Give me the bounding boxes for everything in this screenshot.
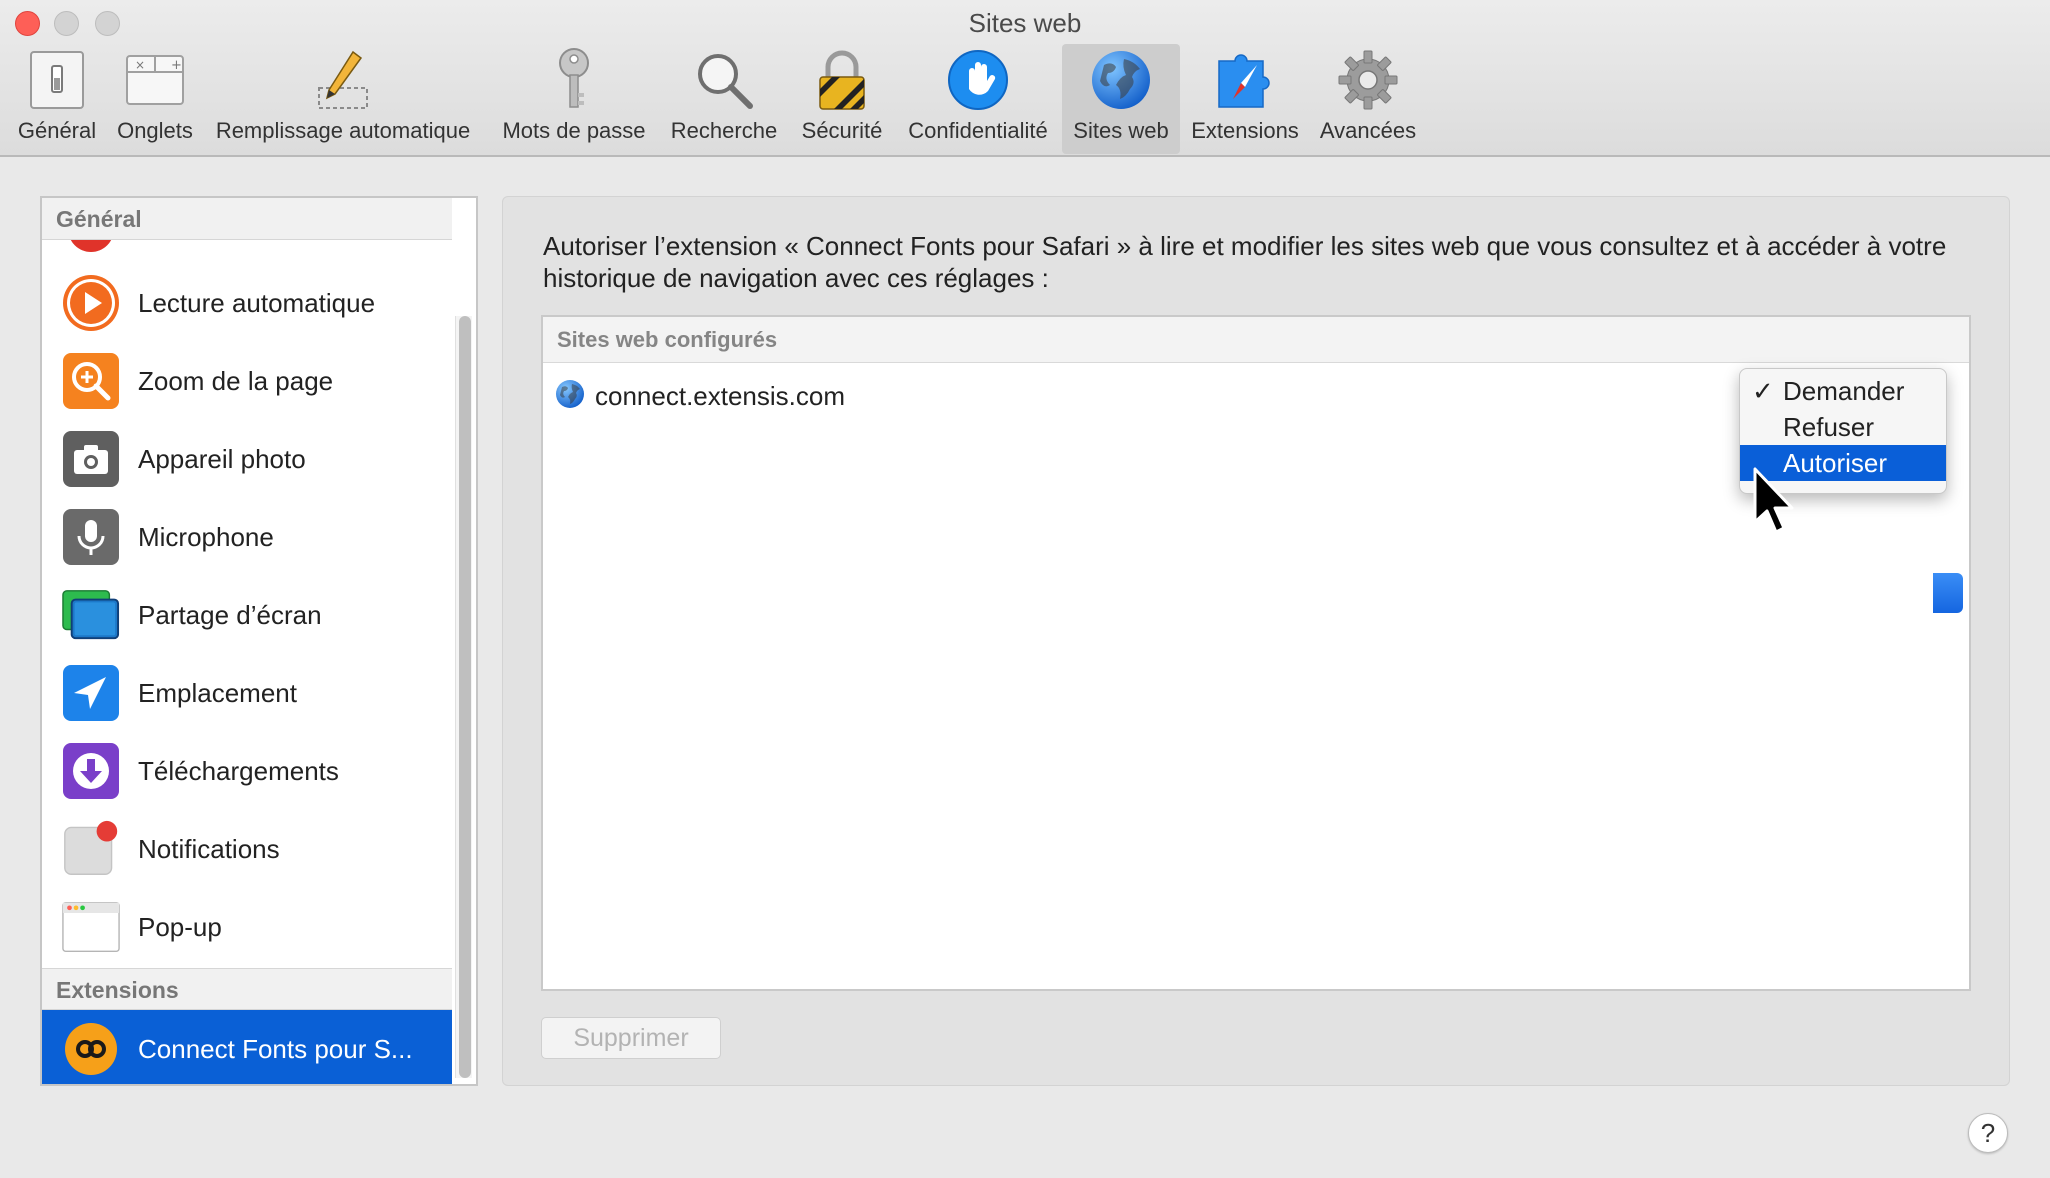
sidebar-item-label: Lecture automatique xyxy=(138,287,376,318)
microphone-icon xyxy=(62,508,120,566)
sidebar-item-label: Emplacement xyxy=(138,677,297,708)
tab-onglets[interactable]: × + Onglets xyxy=(108,44,202,154)
svg-text:×: × xyxy=(135,58,145,72)
tab-label: Mots de passe xyxy=(502,118,646,143)
tab-label: Onglets xyxy=(117,118,193,143)
globe-icon xyxy=(1089,48,1153,112)
padlock-icon xyxy=(810,48,874,112)
tab-label: Sites web xyxy=(1073,118,1169,143)
sidebar-scrollbar-thumb[interactable] xyxy=(459,316,471,1078)
checkmark-icon: ✓ xyxy=(1752,376,1774,406)
sidebar-scrollbar[interactable] xyxy=(455,316,472,1078)
tab-extensions[interactable]: Extensions xyxy=(1184,44,1306,154)
table-header: Sites web configurés xyxy=(543,317,1969,363)
tab-label: Général xyxy=(17,118,97,143)
tab-websites[interactable]: Sites web xyxy=(1062,44,1180,154)
tab-privacy[interactable]: Confidentialité xyxy=(898,44,1058,154)
sidebar-item-label: Pop-up xyxy=(138,911,222,942)
tab-label: Recherche xyxy=(670,118,778,143)
sidebar-item-label: Zoom de la page xyxy=(138,365,334,396)
tabs-icon: × + xyxy=(123,48,187,112)
tab-passwords[interactable]: Mots de passe xyxy=(494,44,654,154)
tab-security[interactable]: Sécurité xyxy=(794,44,890,154)
menu-item-label: Demander xyxy=(1783,376,1905,406)
table-row[interactable]: connect.extensis.com xyxy=(555,379,845,414)
sidebar-section-extensions: Extensions xyxy=(42,968,452,1010)
sidebar-item-page-zoom[interactable]: Zoom de la page xyxy=(42,342,452,420)
menu-item-label: Refuser xyxy=(1783,412,1875,442)
menu-item-refuser[interactable]: Refuser xyxy=(1740,409,1946,445)
tab-advanced[interactable]: Avancées xyxy=(1312,44,1424,154)
gear-icon xyxy=(1336,48,1400,112)
sidebar-item-autoplay[interactable]: Lecture automatique xyxy=(42,264,452,342)
window-title: Sites web xyxy=(968,8,1082,38)
hand-icon xyxy=(946,48,1010,112)
sidebar-item-label: Connect Fonts pour S... xyxy=(138,1033,413,1064)
screen-sharing-icon xyxy=(62,586,120,644)
extension-permissions-panel: Autoriser l’extension « Connect Fonts po… xyxy=(502,196,2010,1086)
sidebar-item-screen-sharing[interactable]: Partage d’écran xyxy=(42,576,452,654)
zoom-icon xyxy=(62,352,120,410)
location-icon xyxy=(62,664,120,722)
menu-item-label: Autoriser xyxy=(1783,448,1888,478)
sidebar-item-notifications[interactable]: Notifications xyxy=(42,810,452,888)
sidebar: Général Lecture automatique Zoom de la p… xyxy=(40,196,478,1086)
sidebar-item-label: Partage d’écran xyxy=(138,599,322,630)
notifications-icon xyxy=(62,820,120,878)
tab-search[interactable]: Recherche xyxy=(662,44,786,154)
pencil-autofill-icon xyxy=(311,48,375,112)
puzzle-compass-icon xyxy=(1213,48,1277,112)
permission-description: Autoriser l’extension « Connect Fonts po… xyxy=(543,231,1947,293)
general-switch-icon xyxy=(25,48,89,112)
tab-label: Sécurité xyxy=(801,118,883,143)
sidebar-item-label: Appareil photo xyxy=(138,443,306,474)
tab-autofill[interactable]: Remplissage automatique xyxy=(206,44,480,154)
menu-item-demander[interactable]: ✓ Demander xyxy=(1740,373,1946,409)
autoplay-icon xyxy=(62,274,120,332)
tab-label: Avancées xyxy=(1319,118,1417,143)
site-domain: connect.extensis.com xyxy=(595,381,846,411)
sidebar-item-microphone[interactable]: Microphone xyxy=(42,498,452,576)
tab-general[interactable]: Général xyxy=(8,44,106,154)
permission-popup-button[interactable] xyxy=(1933,573,1963,613)
sidebar-item-downloads[interactable]: Téléchargements xyxy=(42,732,452,810)
connect-fonts-icon xyxy=(62,1020,120,1078)
sidebar-item-connect-fonts[interactable]: Connect Fonts pour S... xyxy=(42,1010,452,1084)
tab-label: Remplissage automatique xyxy=(215,118,471,143)
magnifier-icon xyxy=(692,48,756,112)
toolbar: Sites web Général × + Onglets Remplissage… xyxy=(0,0,2050,157)
popup-window-icon xyxy=(62,898,120,956)
sidebar-item-label: Notifications xyxy=(138,833,280,864)
help-button[interactable]: ? xyxy=(1968,1113,2008,1153)
sidebar-item-location[interactable]: Emplacement xyxy=(42,654,452,732)
key-icon xyxy=(542,48,606,112)
partial-item-icon xyxy=(68,240,118,254)
svg-text:+: + xyxy=(171,58,182,73)
tab-label: Confidentialité xyxy=(908,118,1048,143)
sidebar-section-general: Général xyxy=(42,198,452,240)
delete-button[interactable]: Supprimer xyxy=(541,1017,721,1059)
sidebar-item-popup[interactable]: Pop-up xyxy=(42,888,452,966)
globe-icon xyxy=(555,379,585,414)
tab-label: Extensions xyxy=(1191,118,1299,143)
mouse-pointer-icon xyxy=(1752,466,1798,541)
camera-icon xyxy=(62,430,120,488)
sidebar-item-label: Téléchargements xyxy=(138,755,339,786)
sidebar-item-label: Microphone xyxy=(138,521,274,552)
downloads-icon xyxy=(62,742,120,800)
sidebar-item-camera[interactable]: Appareil photo xyxy=(42,420,452,498)
